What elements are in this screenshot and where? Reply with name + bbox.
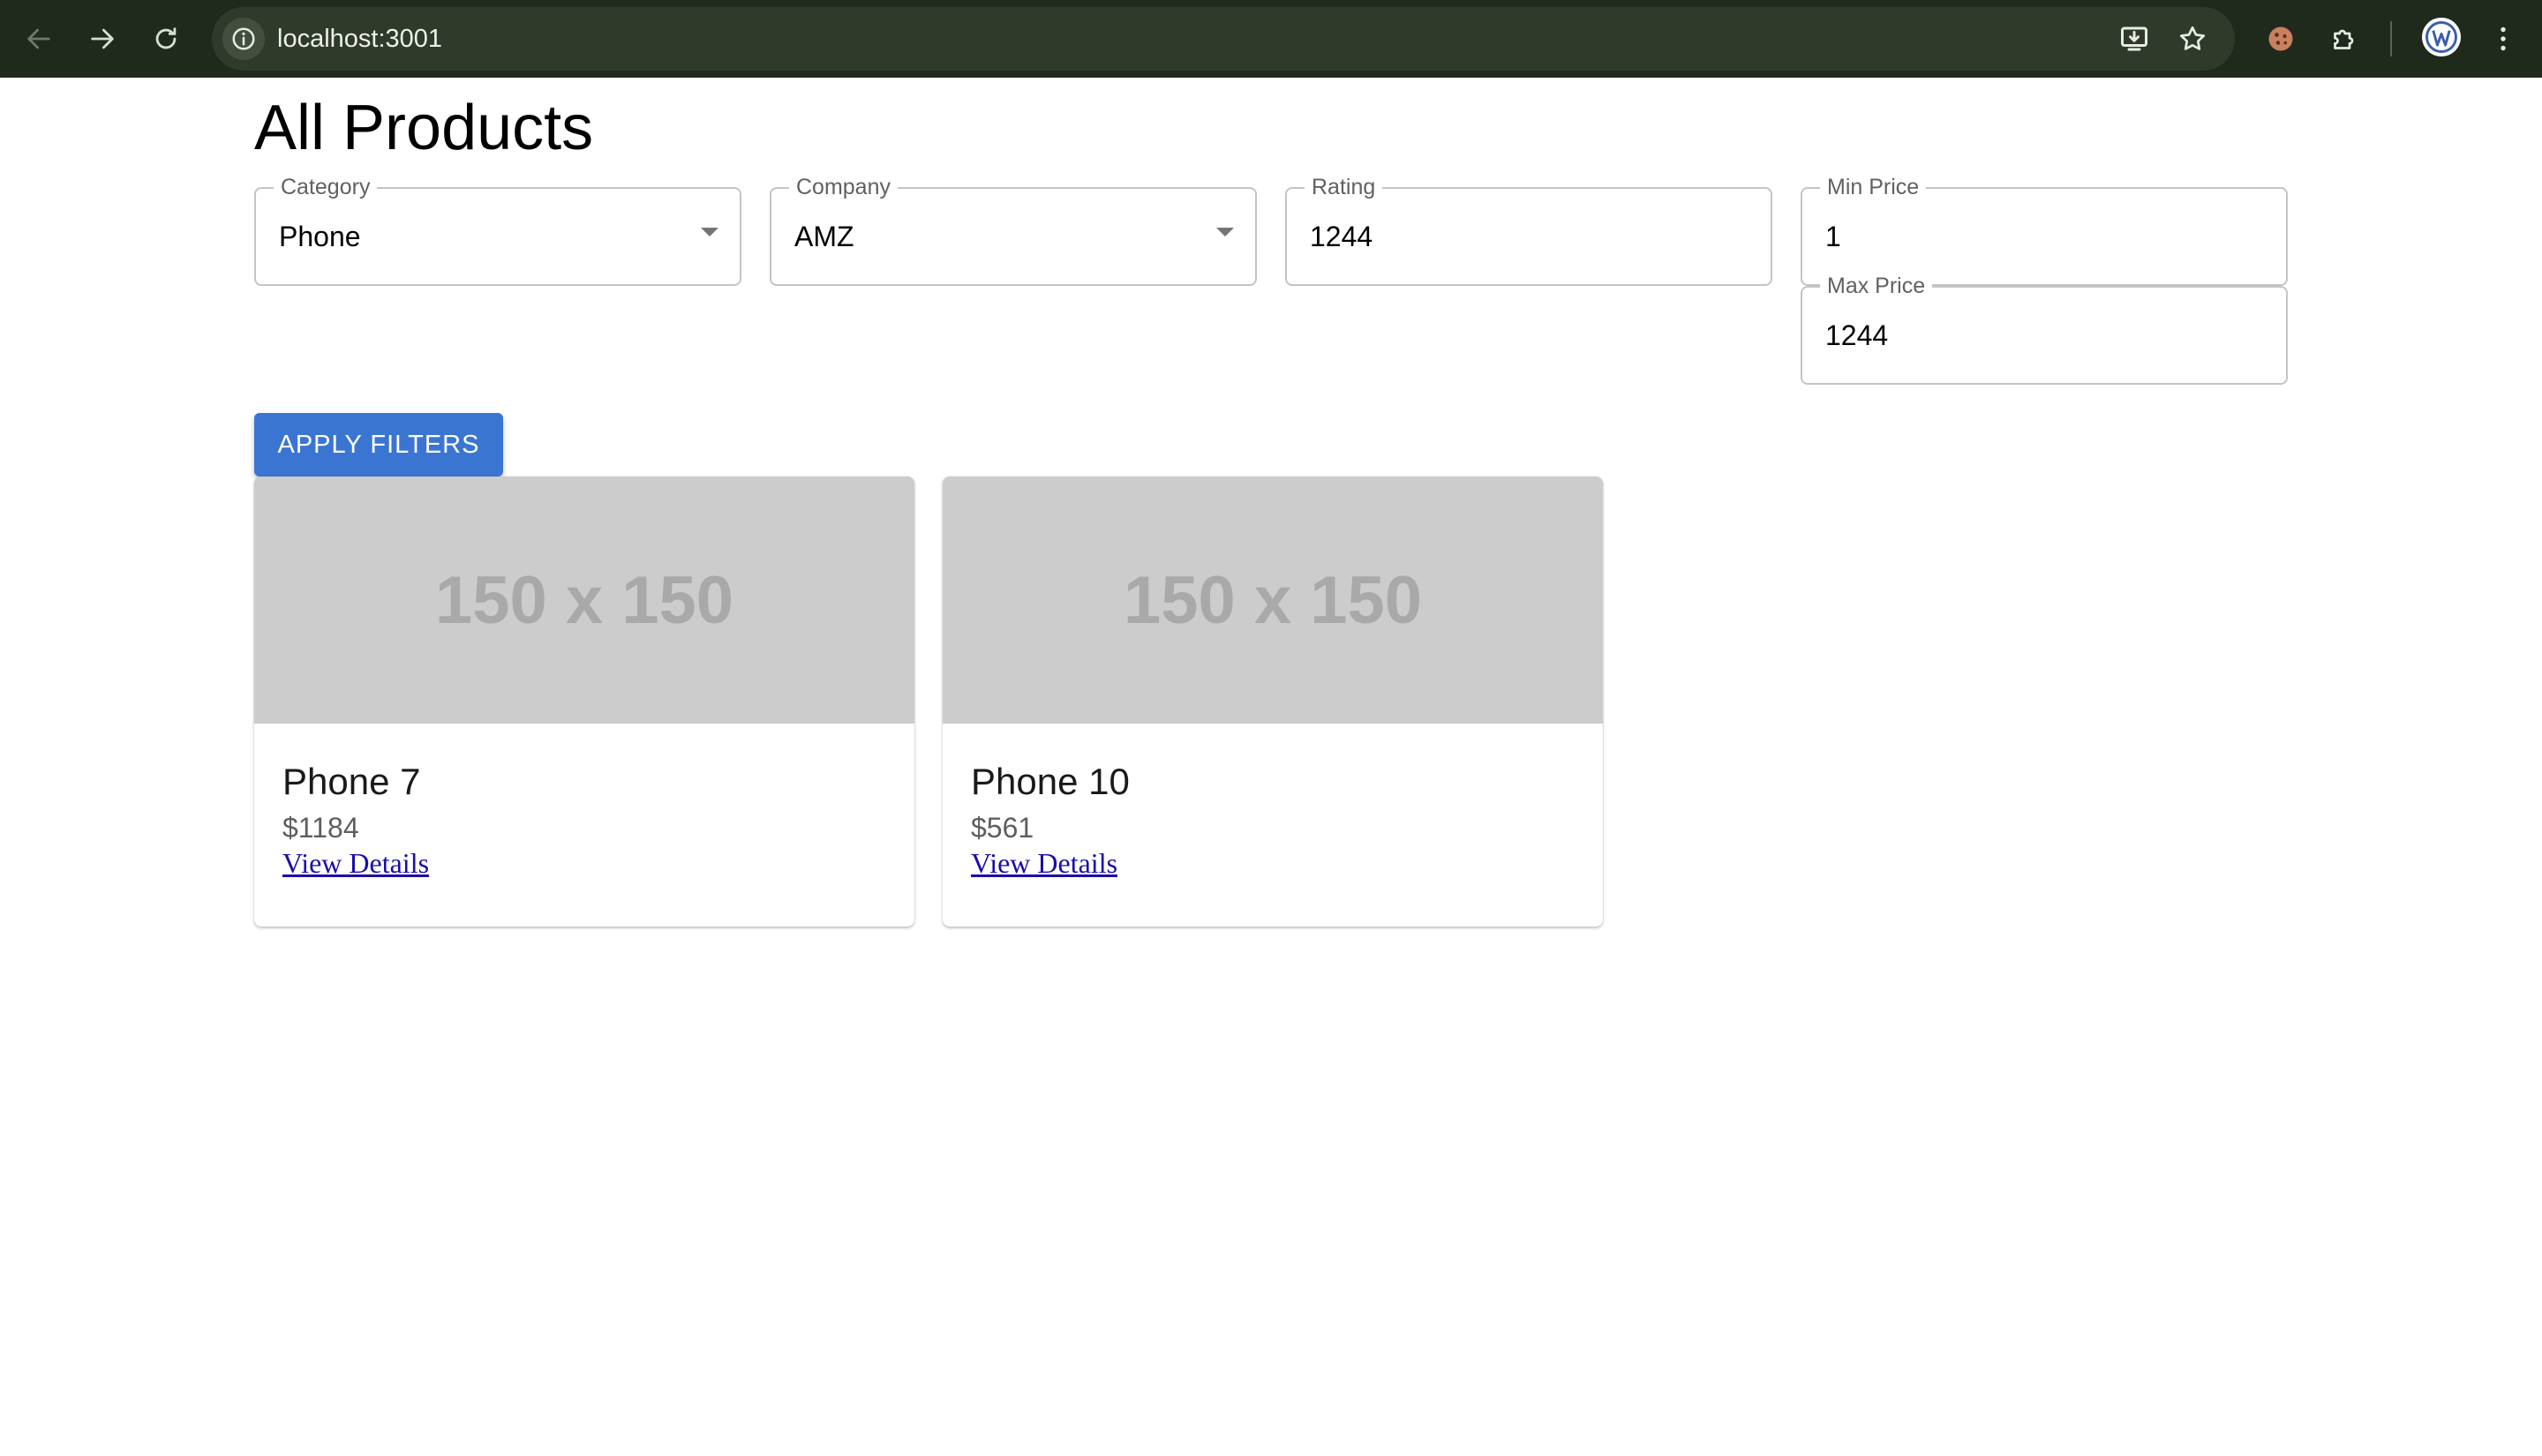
toolbar-divider (2390, 21, 2392, 56)
product-image: 150 x 150 (254, 477, 914, 724)
arrow-left-icon (27, 28, 50, 49)
url-text[interactable]: localhost:3001 (277, 7, 442, 71)
apply-filters-button[interactable]: APPLY FILTERS (254, 413, 503, 477)
cookie-icon (2268, 26, 2293, 51)
browser-menu-button[interactable] (2480, 16, 2526, 62)
reload-button[interactable] (143, 16, 189, 62)
profile-avatar[interactable] (2422, 18, 2461, 56)
browser-toolbar: localhost:3001 (0, 0, 2542, 78)
bookmark-button[interactable] (2173, 19, 2212, 58)
rating-input[interactable]: Rating 1244 (1285, 175, 1772, 286)
product-image-placeholder-text: 150 x 150 (1123, 562, 1423, 638)
max-price-value[interactable]: 1244 (1825, 288, 1888, 383)
arrow-right-icon (91, 28, 114, 49)
view-details-link[interactable]: View Details (971, 847, 1117, 880)
product-image: 150 x 150 (943, 477, 1603, 724)
category-select[interactable]: Category Phone (254, 175, 741, 286)
back-button[interactable] (16, 16, 62, 62)
view-details-link[interactable]: View Details (282, 847, 429, 880)
page-title: All Products (254, 93, 594, 163)
min-price-input[interactable]: Min Price 1 (1801, 175, 2288, 286)
max-price-input[interactable]: Max Price 1244 (1801, 274, 2288, 385)
puzzle-icon (2334, 29, 2354, 49)
product-card: 150 x 150 Phone 10 $561 View Details (943, 477, 1603, 927)
rating-value[interactable]: 1244 (1310, 189, 1373, 284)
info-icon (232, 27, 255, 50)
cookie-extension-button[interactable] (2258, 16, 2304, 62)
site-info-button[interactable] (222, 18, 265, 60)
product-image-placeholder-text: 150 x 150 (434, 562, 734, 638)
product-price: $1184 (282, 812, 359, 844)
chevron-down-icon (1216, 228, 1234, 236)
reload-icon (155, 27, 177, 49)
forward-button[interactable] (79, 16, 125, 62)
star-icon (2179, 26, 2206, 50)
install-app-icon (2121, 26, 2147, 51)
profile-icon (2422, 18, 2461, 56)
product-name: Phone 10 (971, 761, 1130, 802)
company-select[interactable]: Company AMZ (770, 175, 1257, 286)
install-app-button[interactable] (2115, 19, 2154, 58)
more-vertical-icon (2501, 26, 2506, 51)
category-value: Phone (279, 221, 361, 252)
company-value: AMZ (794, 221, 854, 252)
min-price-value[interactable]: 1 (1825, 189, 1841, 284)
product-price: $561 (971, 812, 1034, 844)
extensions-button[interactable] (2321, 16, 2367, 62)
product-name: Phone 7 (282, 761, 421, 802)
product-card: 150 x 150 Phone 7 $1184 View Details (254, 477, 914, 927)
chevron-down-icon (701, 228, 718, 236)
address-bar[interactable]: localhost:3001 (212, 7, 2235, 71)
